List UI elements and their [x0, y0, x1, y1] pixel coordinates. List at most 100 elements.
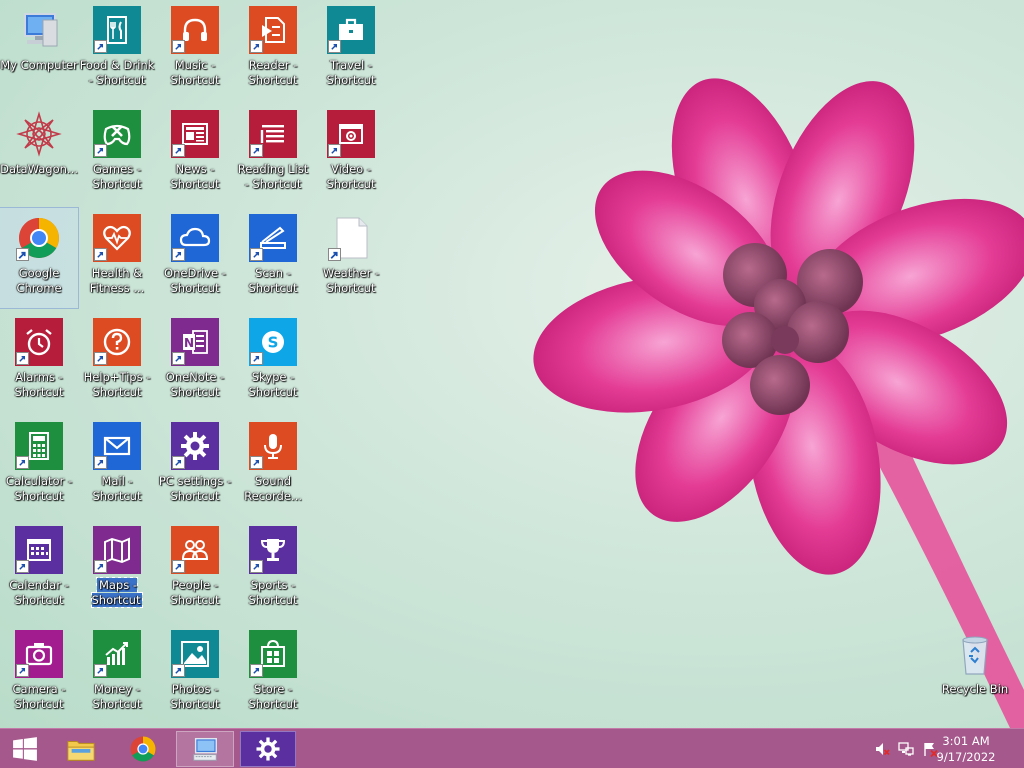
icon-label: Music - Shortcut	[170, 58, 220, 87]
shortcut-arrow-icon	[94, 456, 107, 469]
desktop-icon-onedrive[interactable]: OneDrive - Shortcut	[156, 208, 234, 308]
desktop-icon-money[interactable]: Money - Shortcut	[78, 624, 156, 724]
clock-date: 9/17/2022	[936, 750, 996, 764]
icon-label: OneDrive - Shortcut	[164, 266, 226, 295]
icon-label: PC settings - Shortcut	[158, 474, 232, 503]
gear-icon	[171, 422, 219, 470]
icon-label: OneNote - Shortcut	[165, 370, 225, 399]
desktop-icon-maps[interactable]: Maps - Shortcut	[78, 520, 156, 620]
shortcut-arrow-icon	[172, 560, 185, 573]
desktop-icon-sound-recorder[interactable]: Sound Recorde...	[234, 416, 312, 516]
remote-desktop-icon	[193, 737, 217, 761]
shortcut-arrow-icon	[250, 248, 263, 261]
desktop-icon-google-chrome[interactable]: Google Chrome	[0, 207, 79, 309]
desktop-icon-onenote[interactable]: N OneNote - Shortcut	[156, 312, 234, 412]
desktop-icon-video[interactable]: Video - Shortcut	[312, 104, 390, 204]
desktop-icon-calendar[interactable]: Calendar - Shortcut	[0, 520, 78, 620]
icon-label: Games - Shortcut	[92, 162, 142, 191]
rename-textbox[interactable]: Maps - Shortcut	[90, 577, 144, 608]
desktop-icon-photos[interactable]: Photos - Shortcut	[156, 624, 234, 724]
icon-label: News - Shortcut	[170, 162, 220, 191]
icon-label: Google Chrome	[16, 266, 62, 295]
shortcut-arrow-icon	[16, 560, 29, 573]
icon-label: DataWagon...	[0, 162, 78, 176]
shortcut-arrow-icon	[94, 352, 107, 365]
desktop-icon-weather[interactable]: Weather - Shortcut	[312, 208, 390, 308]
shortcut-arrow-icon	[328, 248, 341, 261]
icon-label: Skype - Shortcut	[248, 370, 298, 399]
shortcut-arrow-icon	[328, 144, 341, 157]
icon-label-editing[interactable]: Maps - Shortcut	[78, 577, 156, 608]
shortcut-arrow-icon	[172, 248, 185, 261]
map-icon	[93, 526, 141, 574]
datawagon-logo-icon	[15, 110, 63, 158]
desktop-icon-reading-list[interactable]: Reading List - Shortcut	[234, 104, 312, 204]
desktop-icon-recycle-bin[interactable]: Recycle Bin	[936, 624, 1014, 724]
calculator-icon	[15, 422, 63, 470]
desktop-icon-skype[interactable]: S Skype - Shortcut	[234, 312, 312, 412]
start-button[interactable]	[2, 731, 48, 767]
desktop[interactable]: My Computer DataWagon... Google Chrome A…	[0, 0, 1024, 728]
photo-landscape-icon	[171, 630, 219, 678]
taskbar-chrome[interactable]	[120, 731, 166, 767]
icon-label: Recycle Bin	[941, 682, 1009, 696]
icon-label: Travel - Shortcut	[326, 58, 376, 87]
icon-label: My Computer	[0, 58, 78, 72]
desktop-icon-datawagon[interactable]: DataWagon...	[0, 104, 78, 204]
system-clock[interactable]: 3:01 AM 9/17/2022	[926, 733, 1006, 765]
taskbar-remote-desktop[interactable]	[176, 731, 234, 767]
desktop-icon-pc-settings[interactable]: PC settings - Shortcut	[156, 416, 234, 516]
taskbar-pc-settings[interactable]	[240, 731, 296, 767]
skype-icon: S	[249, 318, 297, 366]
shortcut-arrow-icon	[94, 40, 107, 53]
icon-label: Reader - Shortcut	[248, 58, 298, 87]
desktop-icon-games[interactable]: Games - Shortcut	[78, 104, 156, 204]
desktop-icon-alarms[interactable]: Alarms - Shortcut	[0, 312, 78, 412]
desktop-icon-people[interactable]: People - Shortcut	[156, 520, 234, 620]
scanner-icon	[249, 214, 297, 262]
desktop-icon-help-tips[interactable]: Help+Tips - Shortcut	[78, 312, 156, 412]
alarm-clock-icon	[15, 318, 63, 366]
icon-label: Sports - Shortcut	[248, 578, 298, 607]
desktop-icon-health-fitness[interactable]: Health & Fitness ...	[78, 208, 156, 308]
microphone-icon	[249, 422, 297, 470]
icon-label: Alarms - Shortcut	[14, 370, 64, 399]
pc-settings-icon	[256, 737, 280, 761]
desktop-icon-reader[interactable]: Reader - Shortcut	[234, 0, 312, 100]
shortcut-arrow-icon	[16, 248, 29, 261]
svg-text:N: N	[184, 336, 194, 350]
speaker-muted-icon[interactable]	[874, 741, 890, 757]
windows-logo-icon	[13, 737, 37, 761]
desktop-icon-news[interactable]: News - Shortcut	[156, 104, 234, 204]
desktop-icon-camera[interactable]: Camera - Shortcut	[0, 624, 78, 724]
shortcut-arrow-icon	[250, 560, 263, 573]
desktop-icon-store[interactable]: Store - Shortcut	[234, 624, 312, 724]
onenote-icon: N	[171, 318, 219, 366]
shortcut-arrow-icon	[172, 144, 185, 157]
desktop-icon-sports[interactable]: Sports - Shortcut	[234, 520, 312, 620]
recycle-bin-icon	[951, 630, 999, 678]
network-icon[interactable]	[898, 741, 914, 757]
desktop-icon-my-computer[interactable]: My Computer	[0, 0, 78, 100]
newspaper-icon	[171, 110, 219, 158]
desktop-icon-food-drink[interactable]: Food & Drink - Shortcut	[78, 0, 156, 100]
shortcut-arrow-icon	[172, 664, 185, 677]
desktop-icon-calculator[interactable]: Calculator - Shortcut	[0, 416, 78, 516]
taskbar-file-explorer[interactable]	[58, 731, 104, 767]
shortcut-arrow-icon	[250, 352, 263, 365]
desktop-icon-mail[interactable]: Mail - Shortcut	[78, 416, 156, 516]
desktop-icon-travel[interactable]: Travel - Shortcut	[312, 0, 390, 100]
chrome-icon	[130, 736, 156, 762]
fork-knife-icon	[93, 6, 141, 54]
shortcut-arrow-icon	[16, 352, 29, 365]
desktop-icon-music[interactable]: Music - Shortcut	[156, 0, 234, 100]
icon-label: Video - Shortcut	[326, 162, 376, 191]
desktop-icon-scan[interactable]: Scan - Shortcut	[234, 208, 312, 308]
help-question-icon	[93, 318, 141, 366]
store-bag-icon	[249, 630, 297, 678]
shortcut-arrow-icon	[16, 664, 29, 677]
shortcut-arrow-icon	[250, 664, 263, 677]
people-icon	[171, 526, 219, 574]
clock-time: 3:01 AM	[942, 734, 990, 748]
heart-pulse-icon	[93, 214, 141, 262]
